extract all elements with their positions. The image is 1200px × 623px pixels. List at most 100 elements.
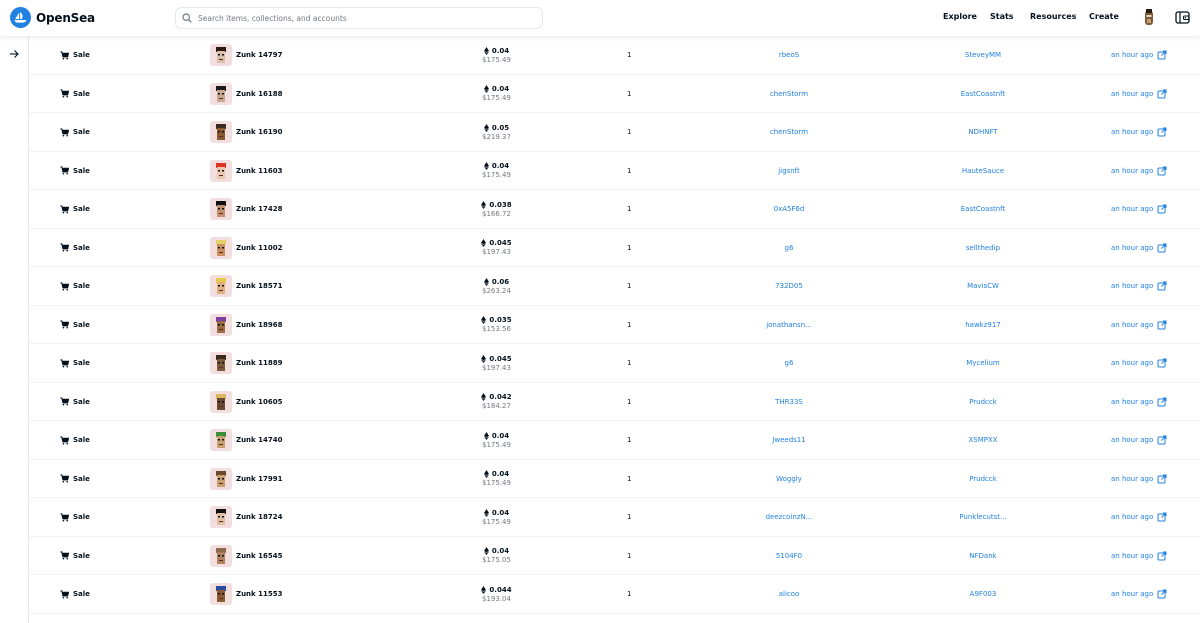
to-account-link[interactable]: Punklecutst... (923, 498, 1043, 537)
item-cell[interactable]: Zunk 14740 (210, 421, 283, 460)
nav-stats[interactable]: Stats (990, 12, 1014, 21)
time-label[interactable]: an hour ago (1111, 321, 1153, 329)
item-thumbnail[interactable] (210, 121, 232, 144)
external-link-icon[interactable] (1157, 89, 1167, 99)
profile-avatar[interactable] (1142, 9, 1156, 27)
external-link-icon[interactable] (1157, 358, 1167, 368)
time-label[interactable]: an hour ago (1111, 552, 1153, 560)
external-link-icon[interactable] (1157, 320, 1167, 330)
time-link[interactable]: an hour ago (1111, 229, 1167, 268)
to-account-link[interactable]: Prudcck (923, 383, 1043, 422)
time-link[interactable]: an hour ago (1111, 113, 1167, 152)
table-row[interactable]: Sale Zunk 18571 0.06 $263.24 1 732D05 MavisCW a… (29, 267, 1200, 306)
item-name[interactable]: Zunk 11603 (236, 167, 283, 175)
item-thumbnail[interactable] (210, 44, 232, 67)
time-label[interactable]: an hour ago (1111, 244, 1153, 252)
item-cell[interactable]: Zunk 17428 (210, 190, 283, 229)
external-link-icon[interactable] (1157, 204, 1167, 214)
table-row[interactable]: Sale Zunk 11553 0.044 $193.04 1 alicoo A9F003 a… (29, 575, 1200, 614)
time-link[interactable]: an hour ago (1111, 152, 1167, 191)
item-name[interactable]: Zunk 16545 (236, 552, 283, 560)
nav-explore[interactable]: Explore (943, 12, 977, 21)
to-account-link[interactable]: Prudcck (923, 460, 1043, 499)
from-account-link[interactable]: Woggly (729, 460, 849, 499)
search-bar[interactable] (175, 7, 543, 29)
item-thumbnail[interactable] (210, 583, 232, 606)
time-link[interactable]: an hour ago (1111, 460, 1167, 499)
time-label[interactable]: an hour ago (1111, 205, 1153, 213)
from-account-link[interactable]: deezcoinzN... (729, 498, 849, 537)
item-thumbnail[interactable] (210, 313, 232, 336)
from-account-link[interactable]: alicoo (729, 575, 849, 614)
time-label[interactable]: an hour ago (1111, 513, 1153, 521)
item-name[interactable]: Zunk 14797 (236, 51, 283, 59)
item-cell[interactable]: Zunk 14797 (210, 36, 283, 75)
from-account-link[interactable]: 5104F0 (729, 537, 849, 576)
external-link-icon[interactable] (1157, 551, 1167, 561)
time-label[interactable]: an hour ago (1111, 475, 1153, 483)
item-cell[interactable]: Zunk 16188 (210, 75, 283, 114)
time-link[interactable]: an hour ago (1111, 575, 1167, 614)
time-link[interactable]: an hour ago (1111, 36, 1167, 75)
table-row[interactable]: Sale Zunk 18724 0.04 $175.49 1 deezcoinzN... P… (29, 498, 1200, 537)
item-cell[interactable]: Zunk 18968 (210, 306, 283, 345)
to-account-link[interactable]: MavisCW (923, 267, 1043, 306)
to-account-link[interactable]: A9F003 (923, 575, 1043, 614)
item-name[interactable]: Zunk 11889 (236, 359, 283, 367)
from-account-link[interactable]: 0xA5F6d (729, 190, 849, 229)
item-name[interactable]: Zunk 11002 (236, 244, 283, 252)
item-cell[interactable]: Zunk 10605 (210, 383, 283, 422)
external-link-icon[interactable] (1157, 589, 1167, 599)
time-link[interactable]: an hour ago (1111, 306, 1167, 345)
time-link[interactable]: an hour ago (1111, 267, 1167, 306)
time-link[interactable]: an hour ago (1111, 344, 1167, 383)
item-name[interactable]: Zunk 18724 (236, 513, 283, 521)
from-account-link[interactable]: rbeoS (729, 36, 849, 75)
from-account-link[interactable]: THR33S (729, 383, 849, 422)
from-account-link[interactable]: Jweeds11 (729, 421, 849, 460)
from-account-link[interactable]: 732D05 (729, 267, 849, 306)
external-link-icon[interactable] (1157, 281, 1167, 291)
table-row[interactable]: Sale Zunk 16545 0.04 $175.05 1 5104F0 NFDank an… (29, 537, 1200, 576)
item-name[interactable]: Zunk 10605 (236, 398, 283, 406)
item-cell[interactable]: Zunk 11553 (210, 575, 283, 614)
to-account-link[interactable]: Mycelium (923, 344, 1043, 383)
external-link-icon[interactable] (1157, 397, 1167, 407)
item-name[interactable]: Zunk 17991 (236, 475, 283, 483)
item-name[interactable]: Zunk 18968 (236, 321, 283, 329)
external-link-icon[interactable] (1157, 166, 1167, 176)
time-label[interactable]: an hour ago (1111, 359, 1153, 367)
external-link-icon[interactable] (1157, 435, 1167, 445)
item-thumbnail[interactable] (210, 544, 232, 567)
from-account-link[interactable]: g6 (729, 344, 849, 383)
item-thumbnail[interactable] (210, 467, 232, 490)
to-account-link[interactable]: NDHNFT (923, 113, 1043, 152)
item-thumbnail[interactable] (210, 159, 232, 182)
table-row[interactable]: Sale Zunk 11603 0.04 $175.49 1 jigsnft HauteSa… (29, 152, 1200, 191)
item-name[interactable]: Zunk 18571 (236, 282, 283, 290)
search-input[interactable] (198, 13, 528, 23)
time-link[interactable]: an hour ago (1111, 421, 1167, 460)
item-cell[interactable]: Zunk 11889 (210, 344, 283, 383)
item-name[interactable]: Zunk 14740 (236, 436, 283, 444)
external-link-icon[interactable] (1157, 474, 1167, 484)
time-label[interactable]: an hour ago (1111, 590, 1153, 598)
wallet-icon[interactable] (1175, 10, 1190, 25)
item-thumbnail[interactable] (210, 352, 232, 375)
external-link-icon[interactable] (1157, 512, 1167, 522)
to-account-link[interactable]: sellthedip (923, 229, 1043, 268)
time-link[interactable]: an hour ago (1111, 190, 1167, 229)
from-account-link[interactable]: g6 (729, 229, 849, 268)
from-account-link[interactable]: chenStorm (729, 113, 849, 152)
time-label[interactable]: an hour ago (1111, 398, 1153, 406)
time-label[interactable]: an hour ago (1111, 436, 1153, 444)
table-row[interactable]: Sale Zunk 10605 0.042 $184.27 1 THR33S Prudcck… (29, 383, 1200, 422)
time-label[interactable]: an hour ago (1111, 167, 1153, 175)
item-cell[interactable]: Zunk 18724 (210, 498, 283, 537)
time-label[interactable]: an hour ago (1111, 128, 1153, 136)
table-row[interactable]: Sale Zunk 14740 0.04 $175.49 1 Jweeds11 XSMPXX… (29, 421, 1200, 460)
to-account-link[interactable]: NFDank (923, 537, 1043, 576)
item-cell[interactable]: Zunk 11603 (210, 152, 283, 191)
item-cell[interactable]: Zunk 11002 (210, 229, 283, 268)
expand-filters-arrow-icon[interactable] (8, 45, 20, 58)
